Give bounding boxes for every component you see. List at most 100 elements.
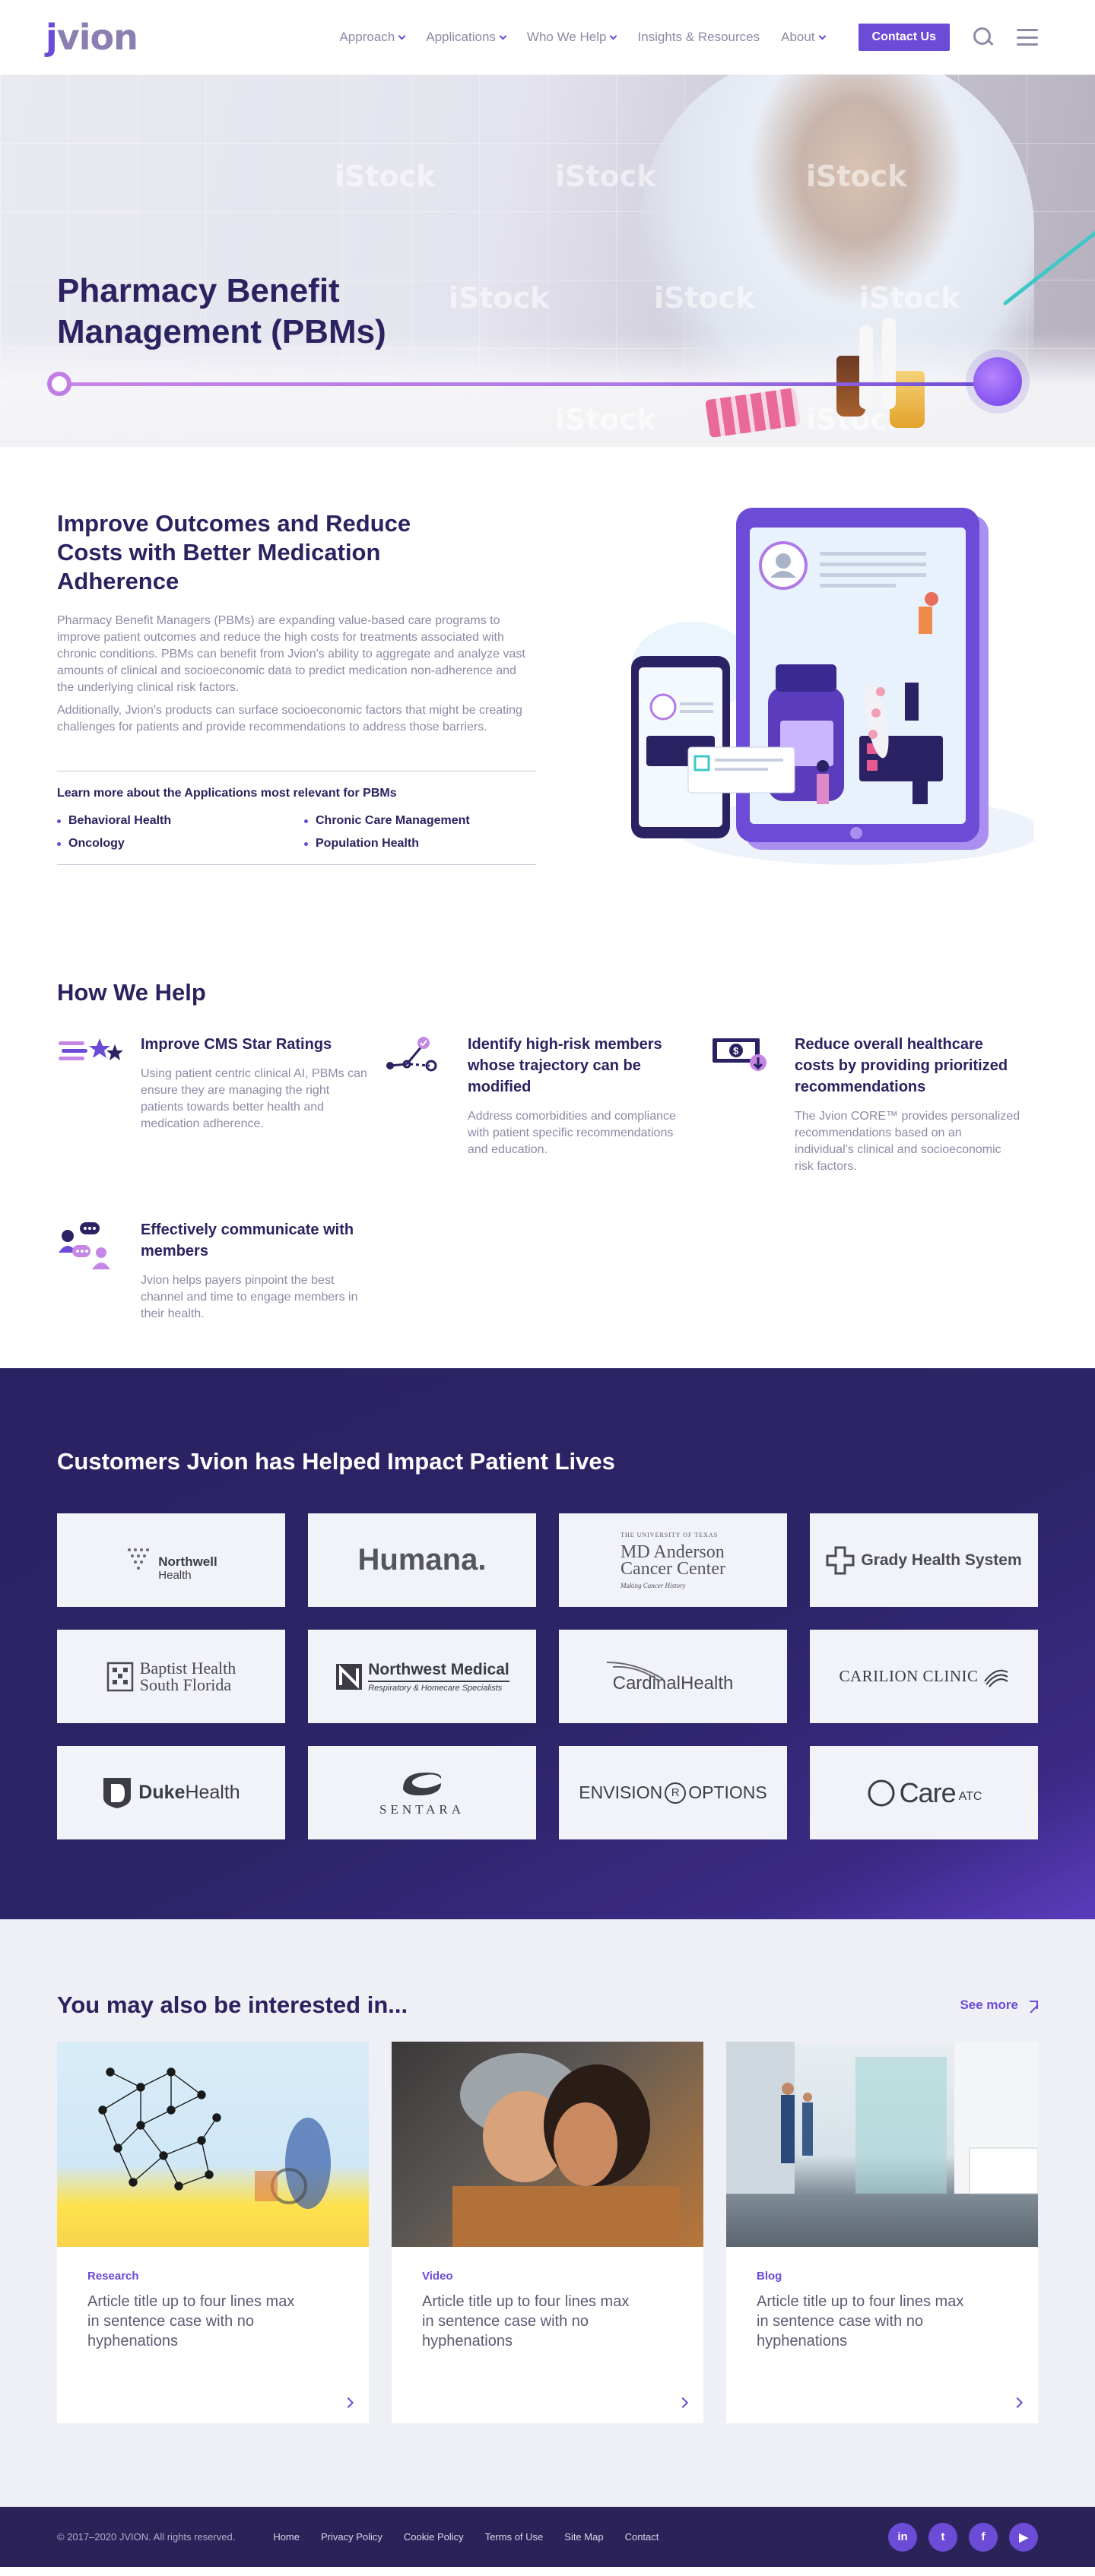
help-heading: Improve CMS Star Ratings bbox=[141, 1036, 332, 1053]
app-link-oncology[interactable]: Oncology bbox=[57, 837, 304, 851]
see-more-label: See more bbox=[960, 1998, 1018, 2012]
related-applications-list: Behavioral Health Chronic Care Managemen… bbox=[57, 814, 536, 851]
logo-humana: Humana. bbox=[308, 1513, 536, 1607]
nav-approach-label: Approach bbox=[339, 30, 395, 44]
chevron-right-icon bbox=[1011, 2397, 1024, 2409]
intro-paragraph-1: Pharmacy Benefit Managers (PBMs) are exp… bbox=[57, 614, 525, 694]
logo-text: Care bbox=[899, 1776, 957, 1808]
copyright: © 2017–2020 JVION. All rights reserved. bbox=[57, 2531, 236, 2543]
content-card-blog[interactable]: Blog Article title up to four lines max … bbox=[726, 2042, 1038, 2423]
hero-accent-line bbox=[49, 382, 1000, 386]
nav-applications[interactable]: Applications bbox=[426, 30, 507, 45]
vial bbox=[882, 318, 896, 409]
chevron-down-icon bbox=[398, 32, 406, 40]
logo-envision-options: ENVISION R OPTIONS bbox=[559, 1746, 787, 1839]
app-link-population-health[interactable]: Population Health bbox=[304, 837, 532, 851]
help-item-content: Identify high-risk members whose traject… bbox=[468, 1034, 696, 1175]
facebook-icon[interactable]: f bbox=[969, 2522, 998, 2552]
trajectory-icon bbox=[386, 1037, 437, 1072]
related-content-header: You may also be interested in... See mor… bbox=[57, 1991, 1038, 2019]
how-we-help-section: How We Help Improve CMS Star Ratings Usi… bbox=[0, 971, 1095, 1368]
how-we-help-grid: Improve CMS Star Ratings Using patient c… bbox=[57, 1034, 1038, 1323]
menu-icon[interactable] bbox=[1017, 29, 1038, 46]
see-more-link[interactable]: See more bbox=[960, 1998, 1038, 2013]
logo-text: Cancer Center bbox=[620, 1558, 725, 1579]
vial bbox=[859, 325, 873, 409]
hero-banner: iStock iStock iStock iStock iStock iStoc… bbox=[0, 74, 1095, 447]
help-item-content: Effectively communicate with members Jvi… bbox=[141, 1219, 369, 1323]
logo-text: OPTIONS bbox=[688, 1782, 767, 1802]
watermark-6: iStock bbox=[859, 281, 960, 315]
intro-section: Improve Outcomes and Reduce Costs with B… bbox=[0, 447, 1095, 971]
chat-people-icon bbox=[59, 1222, 110, 1269]
hero-accent-dot-left bbox=[47, 372, 71, 396]
card-image-patient-embrace bbox=[392, 2042, 703, 2247]
card-image-hospital-hallway bbox=[726, 2042, 1038, 2247]
logo-text: Baptist Health bbox=[139, 1658, 236, 1678]
nav-insights[interactable]: Insights & Resources bbox=[637, 30, 760, 45]
watermark-2: iStock bbox=[555, 160, 656, 193]
linkedin-icon[interactable]: in bbox=[888, 2522, 917, 2552]
nav-approach[interactable]: Approach bbox=[339, 30, 406, 45]
logo-text: Health bbox=[158, 1568, 192, 1582]
card-tag: Research bbox=[87, 2270, 139, 2283]
nav-who-we-help-label: Who We Help bbox=[526, 30, 607, 44]
card-tag: Video bbox=[422, 2270, 453, 2283]
logo-text: Health bbox=[185, 1782, 240, 1803]
page-title: Pharmacy Benefit Management (PBMs) bbox=[57, 271, 386, 353]
nav-about-label: About bbox=[781, 30, 815, 44]
cardinal-swoosh-icon bbox=[606, 1661, 664, 1681]
cross-icon bbox=[826, 1546, 855, 1574]
logo-cardinal-health: CardinalHealth bbox=[559, 1630, 787, 1723]
logo-sentara: SENTARA bbox=[308, 1746, 536, 1839]
related-content-section: You may also be interested in... See mor… bbox=[0, 1919, 1095, 2507]
help-item-communicate: Effectively communicate with members Jvi… bbox=[57, 1219, 384, 1323]
youtube-icon[interactable]: ▶ bbox=[1009, 2522, 1038, 2552]
customers-section: Customers Jvion has Helped Impact Patien… bbox=[0, 1368, 1095, 1919]
how-we-help-title: How We Help bbox=[57, 979, 206, 1006]
nav-who-we-help[interactable]: Who We Help bbox=[527, 30, 617, 45]
footer-link-sitemap[interactable]: Site Map bbox=[564, 2531, 603, 2543]
intro-text-column: Improve Outcomes and Reduce Costs with B… bbox=[57, 509, 536, 956]
help-text: Jvion helps payers pinpoint the best cha… bbox=[141, 1274, 358, 1320]
hallway-graphic bbox=[726, 2042, 1038, 2194]
chevron-down-icon bbox=[818, 32, 826, 40]
related-content-cards: Research Article title up to four lines … bbox=[57, 2042, 1038, 2423]
logo-text: Respiratory & Homecare Specialists bbox=[368, 1683, 503, 1693]
help-item-content: Reduce overall healthcare costs by provi… bbox=[795, 1034, 1023, 1175]
search-icon[interactable] bbox=[973, 27, 994, 48]
pharmacy-illustration bbox=[631, 508, 1034, 865]
customer-logo-grid: Northwell Health Humana. THE UNIVERSITY … bbox=[57, 1513, 1038, 1839]
sentara-swirl-icon bbox=[403, 1773, 442, 1795]
footer-link-home[interactable]: Home bbox=[273, 2531, 300, 2543]
watermark-1: iStock bbox=[335, 160, 436, 193]
logo-text: Duke bbox=[138, 1782, 186, 1803]
logo-text: Grady Health System bbox=[861, 1551, 1022, 1569]
app-link-behavioral-health[interactable]: Behavioral Health bbox=[57, 814, 304, 828]
watermark-3: iStock bbox=[806, 160, 907, 193]
app-link-chronic-care[interactable]: Chronic Care Management bbox=[304, 814, 532, 828]
intro-paragraph-2: Additionally, Jvion's products can surfa… bbox=[57, 704, 522, 734]
chevron-right-icon bbox=[677, 2397, 689, 2409]
jvion-logo[interactable]: jvion bbox=[46, 17, 138, 58]
northwest-mark-icon bbox=[336, 1663, 363, 1690]
logo-northwest-medical: Northwest Medical Respiratory & Homecare… bbox=[308, 1630, 536, 1723]
footer-link-terms[interactable]: Terms of Use bbox=[485, 2531, 544, 2543]
related-applications-heading: Learn more about the Applications most r… bbox=[57, 787, 397, 800]
footer-link-cookie[interactable]: Cookie Policy bbox=[404, 2531, 464, 2543]
footer-link-contact[interactable]: Contact bbox=[625, 2531, 659, 2543]
people-graphic bbox=[452, 2053, 681, 2247]
help-text: Address comorbidities and compliance wit… bbox=[468, 1110, 676, 1156]
twitter-icon[interactable]: t bbox=[928, 2522, 957, 2552]
content-card-research[interactable]: Research Article title up to four lines … bbox=[57, 2042, 369, 2423]
card-body: Blog Article title up to four lines max … bbox=[726, 2247, 1038, 2351]
chevron-right-icon bbox=[342, 2397, 354, 2409]
footer-link-privacy[interactable]: Privacy Policy bbox=[321, 2531, 382, 2543]
contact-us-button[interactable]: Contact Us bbox=[858, 24, 950, 51]
page-title-line1: Pharmacy Benefit bbox=[57, 272, 340, 309]
nav-about[interactable]: About bbox=[781, 30, 826, 45]
content-card-video[interactable]: Video Article title up to four lines max… bbox=[392, 2042, 703, 2423]
logo-text: Northwest Medical bbox=[368, 1661, 509, 1682]
nav-applications-label: Applications bbox=[426, 30, 496, 44]
logo-text: South Florida bbox=[139, 1675, 232, 1694]
